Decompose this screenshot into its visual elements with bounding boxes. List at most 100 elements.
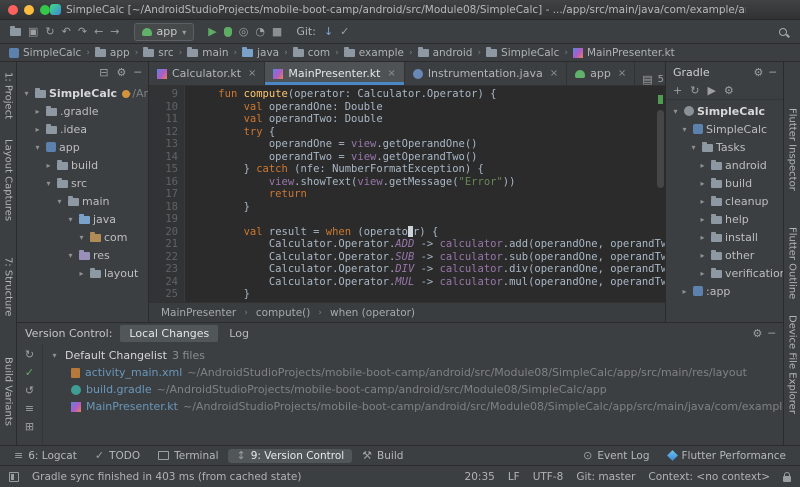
chevron-right-icon[interactable]: ▸ bbox=[697, 197, 708, 206]
save-all-icon[interactable]: ▣ bbox=[28, 26, 38, 37]
encoding-widget[interactable]: UTF-8 bbox=[533, 471, 564, 483]
back-icon[interactable]: ← bbox=[94, 26, 103, 37]
tool-window-button-flutter-outline[interactable]: Flutter Outline bbox=[787, 227, 798, 299]
tab-list-icon[interactable]: ▤ bbox=[642, 74, 652, 85]
tree-item-com[interactable]: ▾com bbox=[17, 228, 148, 246]
code-line[interactable]: return bbox=[193, 188, 665, 201]
chevron-down-icon[interactable]: ▾ bbox=[76, 233, 87, 242]
tool-window-button-build-variants[interactable]: Build Variants bbox=[3, 357, 14, 426]
vcs-file-row-activity-main-xml[interactable]: activity_main.xml~/AndroidStudioProjects… bbox=[49, 364, 783, 381]
close-window-button[interactable] bbox=[8, 5, 18, 15]
run-icon[interactable]: ▶ bbox=[208, 26, 216, 37]
hide-icon[interactable]: ─ bbox=[769, 67, 776, 78]
settings-icon[interactable]: ⚙ bbox=[117, 67, 127, 78]
search-everywhere-icon[interactable] bbox=[779, 28, 787, 36]
breadcrumb-item-app[interactable]: app bbox=[94, 47, 131, 59]
lock-icon[interactable] bbox=[783, 476, 791, 482]
vcs-tab-local-changes[interactable]: Local Changes bbox=[120, 325, 218, 342]
breadcrumb-item-android[interactable]: android bbox=[417, 47, 474, 59]
code-line[interactable] bbox=[193, 213, 665, 226]
tree-item-simplecalc[interactable]: ▾SimpleCalc bbox=[666, 102, 783, 120]
editor-gutter[interactable]: 910111213141516171819202122232425 bbox=[149, 86, 185, 302]
tree-item-res[interactable]: ▾res bbox=[17, 246, 148, 264]
tool-window-button-flutter-performance[interactable]: Flutter Performance bbox=[660, 449, 795, 463]
chevron-down-icon[interactable]: ▾ bbox=[32, 143, 43, 152]
tree-item-layout[interactable]: ▸layout bbox=[17, 264, 148, 282]
caret-position-widget[interactable]: 20:35 bbox=[465, 471, 495, 483]
breadcrumb-item-src[interactable]: src bbox=[142, 47, 174, 59]
breadcrumb-item-com[interactable]: com bbox=[292, 47, 331, 59]
tree-item-simplecalc[interactable]: ▾SimpleCalc bbox=[666, 120, 783, 138]
update-project-icon[interactable]: ↓ bbox=[324, 26, 333, 37]
minimize-window-button[interactable] bbox=[24, 5, 34, 15]
chevron-right-icon[interactable]: ▸ bbox=[697, 251, 708, 260]
chevron-down-icon[interactable]: ▾ bbox=[65, 215, 76, 224]
breadcrumb-item-simplecalc[interactable]: SimpleCalc bbox=[485, 47, 560, 59]
editor-scrollbar[interactable] bbox=[657, 110, 664, 188]
tool-window-button-layout-captures[interactable]: Layout Captures bbox=[3, 139, 14, 221]
chevron-right-icon[interactable]: ▸ bbox=[697, 161, 708, 170]
tree-item-cleanup[interactable]: ▸cleanup bbox=[666, 192, 783, 210]
code-line[interactable]: view.showText(view.getMessage("Error")) bbox=[193, 176, 665, 189]
breadcrumb-item-main[interactable]: main bbox=[186, 47, 229, 59]
vcs-file-row-build-gradle[interactable]: build.gradle~/AndroidStudioProjects/mobi… bbox=[49, 381, 783, 398]
tool-window-button-9-version-control[interactable]: ↕9: Version Control bbox=[228, 449, 352, 463]
forward-icon[interactable]: → bbox=[110, 26, 119, 37]
run-task-icon[interactable]: ▶ bbox=[707, 85, 715, 96]
changelist-row[interactable]: Default Changelist 3 files bbox=[49, 347, 783, 364]
profiler-icon[interactable]: ◔ bbox=[255, 26, 265, 37]
tool-window-button-1-project[interactable]: 1: Project bbox=[3, 72, 14, 119]
code-line[interactable]: val operandOne: Double bbox=[193, 101, 665, 114]
chevron-right-icon[interactable]: ▸ bbox=[697, 233, 708, 242]
editor-tab-app[interactable]: app× bbox=[567, 62, 635, 85]
vcs-commit-icon[interactable]: ✓ bbox=[25, 367, 34, 378]
chevron-right-icon[interactable]: ▸ bbox=[43, 161, 54, 170]
settings-icon[interactable]: ⚙ bbox=[724, 85, 734, 96]
code-line[interactable]: } bbox=[193, 201, 665, 214]
code-line[interactable]: } catch (nfe: NumberFormatException) { bbox=[193, 163, 665, 176]
coverage-icon[interactable]: ◎ bbox=[239, 26, 249, 37]
close-icon[interactable]: × bbox=[618, 68, 626, 79]
code-line[interactable]: operandOne = view.getOperandOne() bbox=[193, 138, 665, 151]
debug-icon[interactable] bbox=[224, 27, 232, 37]
tree-item-verification[interactable]: ▸verification bbox=[666, 264, 783, 282]
undo-icon[interactable]: ↶ bbox=[62, 26, 71, 37]
code-area[interactable]: fun compute(operator: Calculator.Operato… bbox=[185, 86, 665, 302]
tool-window-button-build[interactable]: ⚒Build bbox=[354, 449, 411, 463]
tool-window-button-flutter-inspector[interactable]: Flutter Inspector bbox=[787, 108, 798, 191]
chevron-down-icon[interactable]: ▾ bbox=[54, 197, 65, 206]
close-icon[interactable]: × bbox=[387, 68, 395, 79]
breadcrumb-item-java[interactable]: java bbox=[241, 47, 280, 59]
refresh-icon[interactable]: ↻ bbox=[690, 85, 699, 96]
redo-icon[interactable]: ↷ bbox=[78, 26, 87, 37]
breakpoint-icon[interactable] bbox=[122, 90, 130, 98]
editor-tab-instrumentation-java[interactable]: Instrumentation.java× bbox=[405, 62, 567, 85]
chevron-down-icon[interactable]: ▾ bbox=[679, 125, 690, 134]
close-icon[interactable]: × bbox=[550, 68, 558, 79]
chevron-right-icon[interactable]: ▸ bbox=[32, 125, 43, 134]
code-line[interactable]: Calculator.Operator.DIV -> calculator.di… bbox=[193, 263, 665, 276]
code-line[interactable]: Calculator.Operator.SUB -> calculator.su… bbox=[193, 251, 665, 264]
add-icon[interactable]: + bbox=[673, 85, 682, 96]
code-line[interactable]: val result = when (operator) { bbox=[193, 226, 665, 239]
editor[interactable]: 910111213141516171819202122232425 fun co… bbox=[149, 86, 665, 302]
hide-icon[interactable]: ─ bbox=[768, 328, 775, 339]
editor-breadcrumb-when-operator[interactable]: when (operator) bbox=[330, 307, 415, 319]
chevron-down-icon[interactable] bbox=[49, 351, 60, 360]
sync-icon[interactable]: ↻ bbox=[45, 26, 54, 37]
context-widget[interactable]: Context: <no context> bbox=[648, 471, 770, 483]
tree-item-build[interactable]: ▸build bbox=[17, 156, 148, 174]
chevron-down-icon[interactable]: ▾ bbox=[65, 251, 76, 260]
hidden-tabs-count[interactable]: 5 bbox=[658, 74, 664, 85]
tree-item-help[interactable]: ▸help bbox=[666, 210, 783, 228]
tool-window-button-6-logcat[interactable]: ≡6: Logcat bbox=[6, 449, 85, 463]
zoom-window-button[interactable] bbox=[40, 5, 50, 15]
tree-item-tasks[interactable]: ▾Tasks bbox=[666, 138, 783, 156]
tree-item-build[interactable]: ▸build bbox=[666, 174, 783, 192]
tool-window-button-todo[interactable]: ✓TODO bbox=[87, 449, 148, 463]
rollback-icon[interactable]: ↺ bbox=[25, 385, 34, 396]
open-icon[interactable] bbox=[10, 28, 21, 36]
code-line[interactable]: Calculator.Operator.ADD -> calculator.ad… bbox=[193, 238, 665, 251]
chevron-right-icon[interactable]: ▸ bbox=[679, 287, 690, 296]
chevron-down-icon[interactable]: ▾ bbox=[670, 107, 681, 116]
